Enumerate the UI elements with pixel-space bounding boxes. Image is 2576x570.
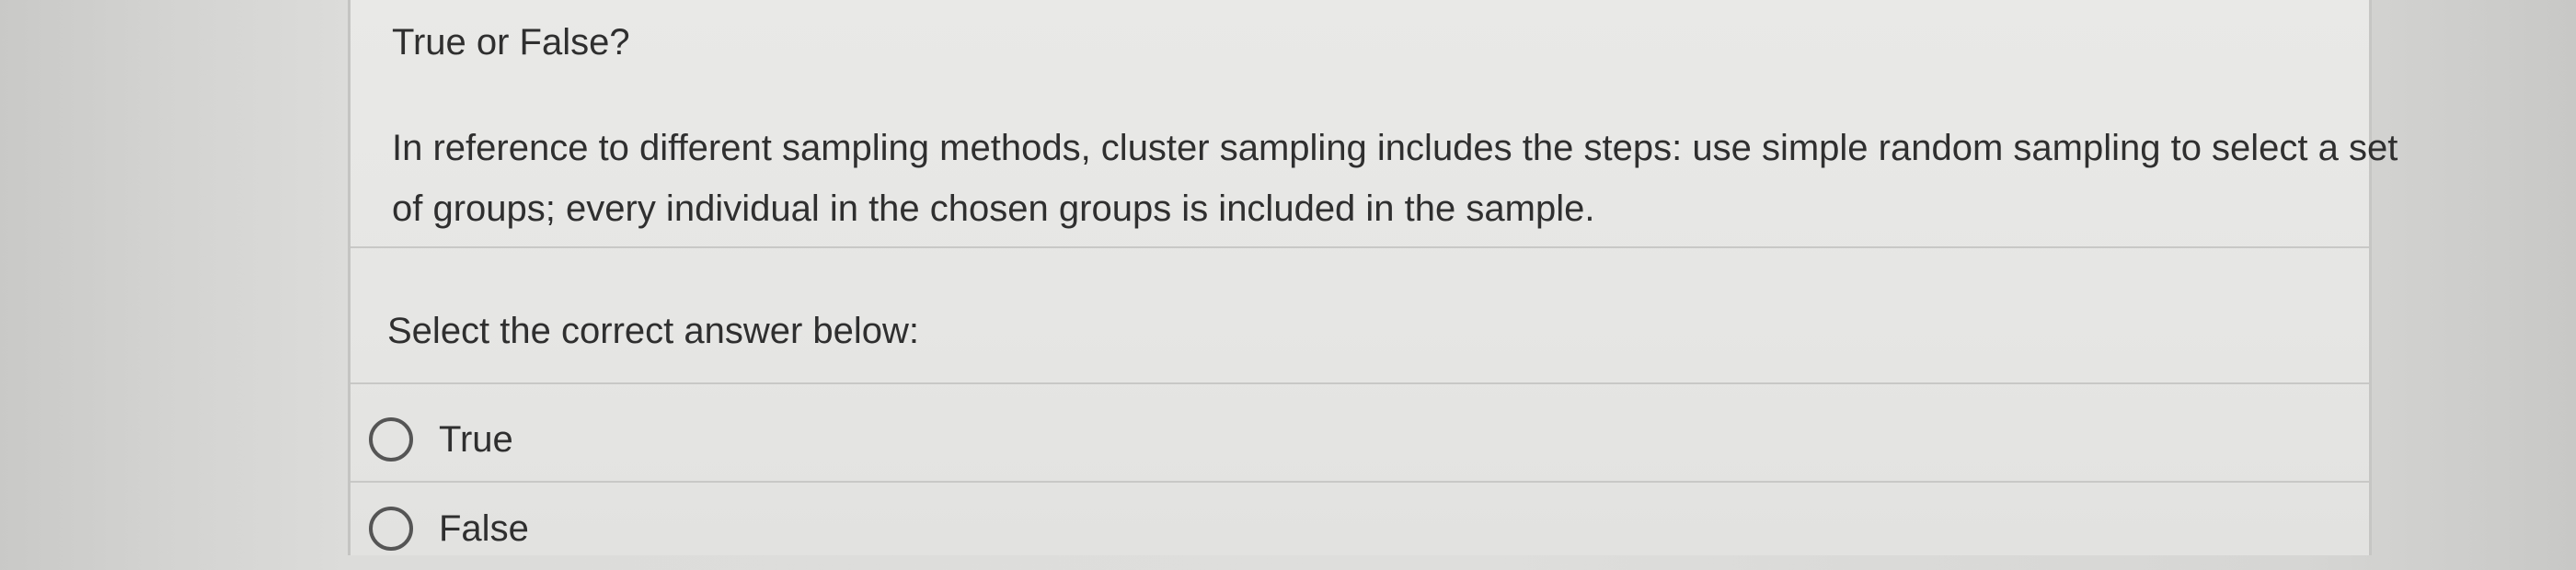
question-text: In reference to different sampling metho… [392,118,2398,239]
answer-prompt: Select the correct answer below: [387,311,920,351]
divider [351,481,2369,483]
answer-option-true[interactable]: True [351,398,2369,481]
question-text-line-2: of groups; every individual in the chose… [392,188,1595,229]
answer-option-true-label[interactable]: True [439,419,513,461]
question-title: True or False? [392,22,630,63]
radio-button-false[interactable] [369,507,413,551]
answer-option-false[interactable]: False [351,487,2369,570]
question-text-line-1: In reference to different sampling metho… [392,128,2398,168]
radio-button-true[interactable] [369,417,413,462]
answer-option-false-label[interactable]: False [439,508,529,550]
divider [351,382,2369,384]
question-card: True or False? In reference to different… [348,0,2398,555]
divider [351,246,2369,248]
